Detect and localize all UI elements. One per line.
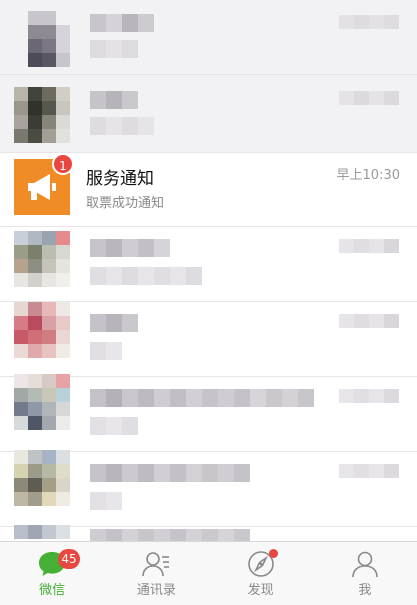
chat-name-blurred [90,14,154,32]
person-icon [350,550,380,582]
chat-row[interactable] [0,525,417,541]
avatar [14,525,70,541]
avatar [14,87,70,143]
tab-contacts[interactable]: 通讯录 [104,542,208,605]
chat-row[interactable] [0,450,417,527]
chat-row[interactable] [0,0,417,75]
avatar [14,302,70,358]
chat-title: 服务通知 [86,169,154,189]
tab-label: 发现 [247,583,274,598]
chat-message-blurred [90,342,122,360]
tab-discover[interactable]: 发现 [209,542,313,605]
chat-row[interactable] [0,302,417,377]
chat-list: 1 服务通知 取票成功通知 早上10:30 [0,0,417,541]
tab-unread-badge: 45 [58,549,80,569]
chat-message-blurred [90,40,138,58]
chat-name-blurred [90,239,170,257]
chat-last-message: 取票成功通知 [86,196,165,211]
chat-time: 早上10:30 [336,168,400,183]
chat-row[interactable] [0,75,417,153]
chat-name-blurred [90,529,250,541]
chat-name-blurred [90,464,250,482]
chat-message-blurred [90,492,122,510]
chat-message-blurred [90,117,154,135]
chat-time-blurred [339,314,399,328]
tab-chats[interactable]: 45 微信 [0,542,104,605]
avatar [14,450,70,506]
avatar [14,231,70,287]
chat-name-blurred [90,389,314,407]
notification-dot [268,549,278,558]
chat-message-blurred [90,267,202,285]
tab-label: 通讯录 [136,583,176,598]
unread-badge: 1 [52,153,74,175]
contacts-icon [141,550,171,582]
chat-name-blurred [90,314,138,332]
tab-bar: 45 微信 通讯录 发现 我 [0,541,417,605]
chat-time-blurred [339,389,399,403]
chat-time-blurred [339,464,399,478]
tab-label: 我 [358,583,372,598]
chat-message-blurred [90,417,138,435]
chat-row[interactable] [0,374,417,452]
tab-me[interactable]: 我 [313,542,417,605]
tab-label: 微信 [39,583,66,598]
chat-time-blurred [339,239,399,253]
chat-time-blurred [339,91,399,105]
chat-row[interactable] [0,227,417,302]
chat-name-blurred [90,91,138,109]
chat-time-blurred [339,15,399,29]
avatar [14,11,70,67]
avatar [14,374,70,430]
